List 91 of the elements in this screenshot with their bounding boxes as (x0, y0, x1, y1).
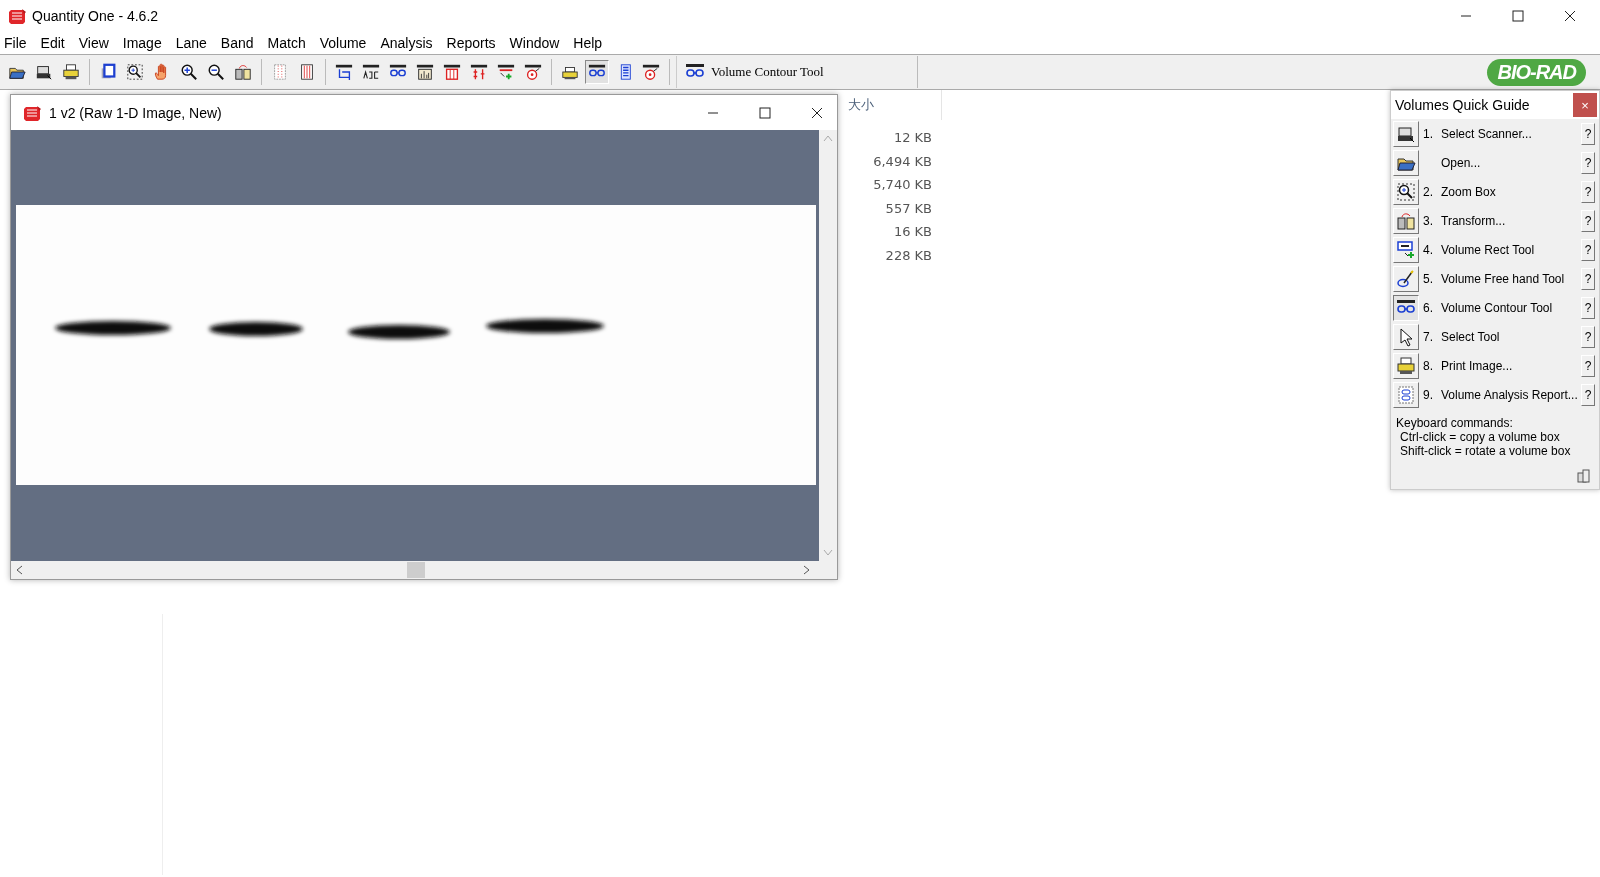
step-number: 8. (1423, 359, 1433, 373)
step-label[interactable]: Select Tool (1441, 330, 1500, 344)
freehand-tool-icon (1396, 269, 1416, 289)
step-number: 1. (1423, 127, 1433, 141)
step-number: 2. (1423, 185, 1433, 199)
zoom-out-icon (207, 62, 225, 82)
lane-label-icon (362, 62, 380, 82)
step-label[interactable]: Print Image... (1441, 359, 1513, 373)
help-button[interactable]: ? (1581, 210, 1595, 232)
file-size: 557 KB (885, 199, 932, 218)
app-logo-icon (8, 7, 28, 25)
window-title: 1 v2 (Raw 1-D Image, New) (49, 104, 222, 121)
keyboard-note: Ctrl-click = copy a volume box (1399, 430, 1560, 444)
crop-icon (335, 62, 353, 82)
menu-item[interactable]: Analysis (378, 35, 441, 51)
lane-grid-icon (271, 62, 289, 82)
printer-icon (1396, 356, 1416, 376)
menu-item[interactable]: File (2, 35, 35, 51)
panel-title: Volumes Quick Guide (1395, 97, 1530, 113)
lane-frame-icon (443, 62, 461, 82)
menu-item[interactable]: Edit (38, 35, 73, 51)
toolbar-button[interactable] (585, 60, 609, 84)
company-logo: BIO-RAD (1487, 58, 1586, 86)
step-label[interactable]: Zoom Box (1441, 185, 1496, 199)
close-icon[interactable] (811, 106, 823, 119)
help-button[interactable]: ? (1581, 181, 1595, 203)
scanner-icon (1396, 124, 1416, 144)
menu-item[interactable]: Reports (444, 35, 504, 51)
step-number: 5. (1423, 272, 1433, 286)
menu-item[interactable]: Band (218, 35, 262, 51)
target-icon (524, 62, 542, 82)
help-button[interactable]: ? (1581, 384, 1595, 406)
step-label[interactable]: Select Scanner... (1441, 127, 1532, 141)
clipboard-icon[interactable] (1577, 469, 1591, 483)
lane-grid-icon (298, 62, 316, 82)
band-match-icon (470, 62, 488, 82)
menu-item[interactable]: View (76, 35, 117, 51)
rectangle-tool-icon (1396, 240, 1416, 260)
app-title: Quantity One - 4.6.2 (32, 8, 159, 24)
close-icon[interactable] (1564, 10, 1576, 22)
menu-item[interactable]: Match (265, 35, 314, 51)
help-button[interactable]: ? (1581, 326, 1595, 348)
step-number: 6. (1423, 301, 1433, 315)
status-text: Volume Contour Tool (711, 64, 824, 80)
maximize-icon[interactable] (759, 106, 771, 119)
zoom-box-icon (126, 62, 144, 82)
step-label[interactable]: Volume Free hand Tool (1441, 272, 1565, 286)
step-number: 3. (1423, 214, 1433, 228)
target-icon (642, 62, 660, 82)
help-button[interactable]: ? (1581, 355, 1595, 377)
help-button[interactable]: ? (1581, 239, 1595, 261)
scroll-right-icon[interactable] (803, 565, 811, 575)
transform-icon (234, 62, 252, 82)
tool-button[interactable] (1393, 295, 1419, 321)
keyboard-note: Keyboard commands: (1396, 416, 1513, 430)
printer-icon (62, 62, 80, 82)
help-button[interactable]: ? (1581, 268, 1595, 290)
maximize-icon[interactable] (1512, 10, 1524, 22)
step-label[interactable]: Volume Analysis Report... (1441, 388, 1578, 402)
scroll-left-icon[interactable] (15, 565, 23, 575)
step-label[interactable]: Volume Rect Tool (1441, 243, 1535, 257)
file-size: 6,494 KB (873, 152, 932, 171)
step-label[interactable]: Volume Contour Tool (1441, 301, 1553, 315)
zoom-in-icon (180, 62, 198, 82)
step-label[interactable]: Open... (1441, 156, 1481, 170)
help-button[interactable]: ? (1581, 123, 1595, 145)
column-header[interactable]: 大小 (848, 96, 874, 114)
zoom-box-icon (1396, 182, 1416, 202)
help-button[interactable]: ? (1581, 152, 1595, 174)
keyboard-note: Shift-click = rotate a volume box (1399, 444, 1571, 458)
histogram-icon (416, 62, 434, 82)
step-number: 4. (1423, 243, 1433, 257)
file-size: 16 KB (893, 223, 932, 242)
scroll-thumb[interactable] (407, 562, 425, 578)
file-size: 12 KB (893, 129, 932, 147)
menu-item[interactable]: Window (507, 35, 568, 51)
close-button[interactable]: × (1573, 93, 1597, 117)
menu-item[interactable]: Lane (173, 35, 215, 51)
file-size: 228 KB (885, 246, 932, 265)
menu-item[interactable]: Help (571, 35, 611, 51)
add-band-icon (497, 62, 515, 82)
menu-item[interactable]: Volume (317, 35, 375, 51)
report-icon (1396, 385, 1416, 405)
step-number: 9. (1423, 388, 1433, 402)
menu-item[interactable]: Image (120, 35, 170, 51)
step-number: 7. (1423, 330, 1433, 344)
transform-icon (1396, 211, 1416, 231)
help-button[interactable]: ? (1581, 297, 1595, 319)
file-size: 5,740 KB (873, 176, 932, 195)
app-logo-icon (23, 103, 43, 122)
step-label[interactable]: Transform... (1441, 214, 1506, 228)
